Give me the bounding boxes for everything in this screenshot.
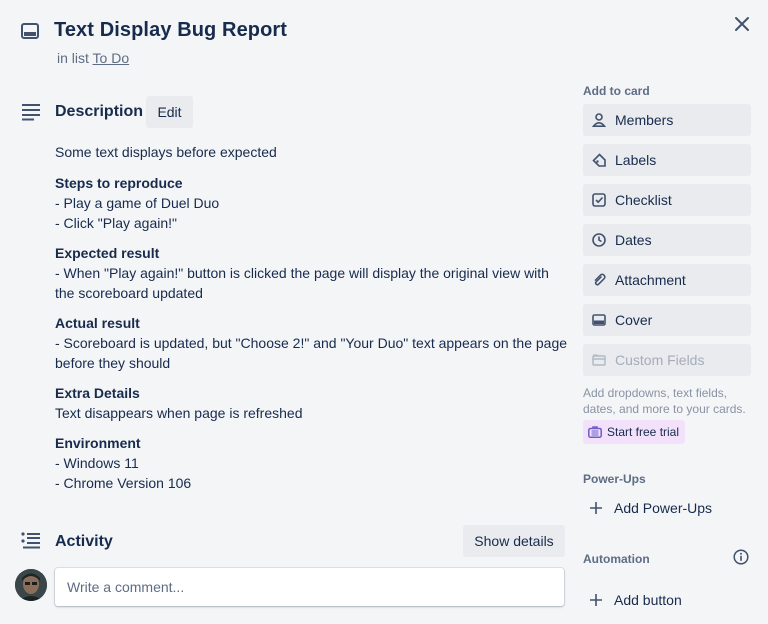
info-icon[interactable]	[733, 549, 749, 565]
card-icon	[20, 21, 40, 41]
start-free-trial-button[interactable]: Start free trial	[583, 420, 686, 444]
add-to-card-label: Add to card	[583, 84, 650, 98]
section-heading: Actual result	[55, 315, 140, 331]
checklist-label: Checklist	[615, 192, 672, 208]
cover-label: Cover	[615, 312, 653, 328]
cover-icon	[592, 313, 606, 327]
custom-fields-button[interactable]: Custom Fields	[583, 344, 751, 376]
section-heading: Expected result	[55, 245, 160, 261]
description-section: Actual result - Scoreboard is updated, b…	[55, 313, 570, 373]
description-section: Steps to reproduce - Play a game of Duel…	[55, 173, 570, 233]
person-icon	[592, 113, 606, 127]
custom-fields-label: Custom Fields	[615, 352, 705, 368]
plus-icon	[588, 501, 604, 515]
description-body: Some text displays before expected Steps…	[55, 142, 570, 503]
edit-description-button[interactable]: Edit	[146, 96, 193, 128]
checkbox-icon	[592, 193, 606, 207]
section-heading: Environment	[55, 435, 141, 451]
plus-icon	[588, 593, 604, 607]
add-power-ups-label: Add Power-Ups	[614, 500, 713, 516]
card-title: Text Display Bug Report	[54, 19, 288, 41]
add-button-button[interactable]: Add button	[588, 584, 682, 616]
attachment-button[interactable]: Attachment	[583, 264, 751, 296]
description-title: Description	[55, 103, 144, 120]
description-section: Extra Details Text disappears when page …	[55, 383, 570, 423]
description-icon	[21, 103, 41, 121]
description-section: Environment - Windows 11 - Chrome Versio…	[55, 433, 570, 493]
section-line: Text disappears when page is refreshed	[55, 405, 303, 421]
power-ups-label: Power-Ups	[583, 472, 646, 486]
dates-button[interactable]: Dates	[583, 224, 751, 256]
labels-label: Labels	[615, 152, 657, 168]
dates-label: Dates	[615, 232, 652, 248]
description-intro: Some text displays before expected	[55, 144, 277, 160]
members-button[interactable]: Members	[583, 104, 751, 136]
attachment-label: Attachment	[615, 272, 686, 288]
comment-input[interactable]: Write a comment...	[55, 568, 564, 606]
section-line: - When "Play again!" button is clicked t…	[55, 265, 549, 301]
description-section: Expected result - When "Play again!" but…	[55, 243, 570, 303]
section-line: - Click "Play again!"	[55, 215, 177, 231]
members-label: Members	[615, 112, 674, 128]
section-heading: Steps to reproduce	[55, 175, 183, 191]
custom-fields-icon	[592, 353, 606, 367]
section-line: - Chrome Version 106	[55, 475, 192, 491]
avatar[interactable]	[15, 569, 47, 601]
show-details-button[interactable]: Show details	[463, 525, 565, 557]
activity-icon	[21, 532, 41, 550]
activity-title: Activity	[55, 533, 113, 550]
close-icon[interactable]	[730, 12, 754, 36]
list-link[interactable]: To Do	[93, 50, 130, 66]
section-line: - Play a game of Duel Duo	[55, 195, 220, 211]
checklist-button[interactable]: Checklist	[583, 184, 751, 216]
labels-button[interactable]: Labels	[583, 144, 751, 176]
in-list-prefix: in list	[57, 50, 89, 66]
automation-label: Automation	[583, 552, 650, 566]
cover-button[interactable]: Cover	[583, 304, 751, 336]
add-power-ups-button[interactable]: Add Power-Ups	[588, 492, 712, 524]
clock-icon	[592, 233, 606, 247]
section-line: - Windows 11	[55, 455, 139, 471]
section-line: - Scoreboard is updated, but "Choose 2!"…	[55, 335, 568, 371]
briefcase-icon	[588, 426, 602, 438]
tag-icon	[592, 153, 606, 167]
paperclip-icon	[592, 273, 606, 287]
custom-fields-help: Add dropdowns, text fields, dates, and m…	[583, 386, 746, 416]
trial-label: Start free trial	[607, 425, 680, 439]
section-heading: Extra Details	[55, 385, 140, 401]
add-button-label: Add button	[614, 592, 682, 608]
list-breadcrumb: in list To Do	[57, 50, 129, 66]
